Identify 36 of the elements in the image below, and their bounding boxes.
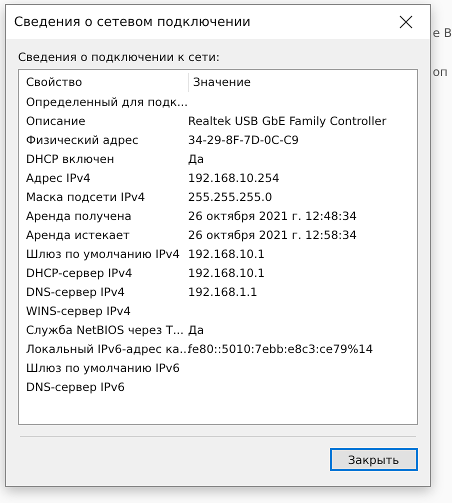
property-cell-text: Физический адрес (26, 132, 140, 146)
property-cell-text: Адрес IPv4 (26, 170, 92, 184)
property-cell-text: Маска подсети IPv4 (26, 190, 146, 204)
property-cell-text: DHCP-сервер IPv4 (26, 266, 134, 280)
property-cell-text: DNS-сервер IPv6 (26, 380, 126, 394)
property-cell-text: Шлюз по умолчанию IPv4 (26, 246, 181, 260)
close-icon (398, 15, 413, 29)
property-cell-text: DHCP включен (26, 152, 116, 166)
window-title: Сведения о сетевом подключении (14, 14, 251, 30)
property-cell: Определенный для подк... (26, 94, 188, 108)
property-cell-text: Аренда получена (26, 208, 133, 222)
value-cell-text: 255.255.255.0 (188, 190, 274, 204)
property-cell-text: Аренда истекает (26, 228, 131, 242)
column-header[interactable]: Свойство (26, 73, 188, 92)
value-cell-text: fe80::5010:7ebb:e8c3:ce79%14 (188, 342, 374, 356)
value-cell-text: Да (188, 152, 206, 166)
background-text: оп (432, 65, 449, 79)
group-label: Сведения о подключении к сети: (18, 50, 221, 64)
close-button[interactable]: Закрыть (330, 448, 418, 471)
column-header[interactable]: Значение (188, 73, 417, 92)
value-cell-text: 192.168.1.1 (188, 284, 258, 298)
background-text: е В (432, 26, 452, 40)
property-cell: Локальный IPv6-адрес ка... (26, 342, 188, 356)
property-cell-text: WINS-сервер IPv4 (26, 304, 132, 318)
property-cell-text: DNS-сервер IPv4 (26, 284, 126, 298)
value-cell-text: 26 октября 2021 г. 12:48:34 (188, 208, 358, 222)
value-cell-text: 192.168.10.1 (188, 266, 266, 280)
value-cell-text: Realtek USB GbE Family Controller (188, 114, 388, 128)
property-cell-text: Описание (26, 114, 86, 128)
value-cell-text: 192.168.10.254 (188, 170, 280, 184)
value-cell-text: 192.168.10.1 (188, 246, 266, 260)
value-cell-text: 34-29-8F-7D-0C-C9 (188, 132, 300, 146)
property-cell-text: Шлюз по умолчанию IPv6 (26, 360, 181, 374)
property-cell-text: Служба NetBIOS через Т... (26, 322, 185, 336)
value-cell-text: 26 октября 2021 г. 12:58:34 (188, 228, 358, 242)
value-cell-text: Да (188, 322, 206, 336)
